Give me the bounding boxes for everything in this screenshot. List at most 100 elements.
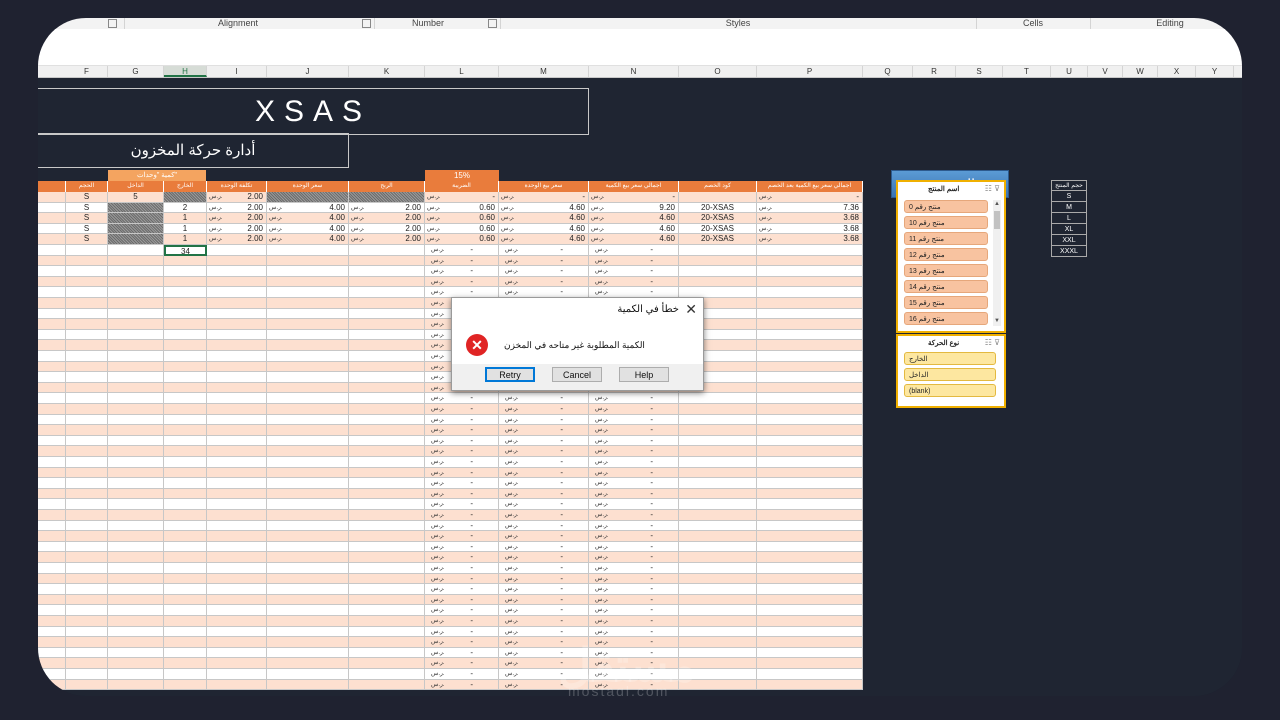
column-header-s[interactable]: S bbox=[956, 66, 1003, 77]
locked-cell[interactable] bbox=[164, 192, 207, 203]
empty-cell[interactable] bbox=[108, 488, 164, 500]
empty-calc-cell[interactable]: ر.س. - bbox=[499, 276, 589, 288]
empty-cell[interactable] bbox=[207, 404, 267, 415]
empty-cell[interactable] bbox=[66, 510, 108, 521]
empty-cell[interactable] bbox=[66, 637, 108, 648]
empty-calc-cell[interactable]: ر.س. - bbox=[499, 552, 589, 563]
dialog-launcher-icon[interactable] bbox=[488, 19, 497, 28]
row-stub-cell[interactable] bbox=[38, 393, 66, 404]
column-header-k[interactable]: K bbox=[349, 66, 425, 77]
empty-cell[interactable] bbox=[164, 255, 207, 267]
empty-calc-cell[interactable]: ر.س. - bbox=[425, 404, 499, 415]
empty-calc-cell[interactable]: ر.س. - bbox=[499, 541, 589, 553]
row-stub-cell[interactable] bbox=[38, 266, 66, 277]
empty-cell[interactable] bbox=[349, 626, 425, 638]
empty-cell[interactable] bbox=[349, 573, 425, 585]
empty-calc-cell[interactable]: ر.س. - bbox=[589, 605, 679, 616]
empty-cell[interactable] bbox=[66, 351, 108, 362]
empty-cell[interactable] bbox=[267, 669, 349, 680]
empty-cell[interactable] bbox=[164, 584, 207, 595]
column-header-f[interactable]: F bbox=[66, 66, 108, 77]
empty-cell[interactable] bbox=[349, 287, 425, 298]
empty-cell[interactable] bbox=[66, 446, 108, 457]
empty-cell[interactable] bbox=[164, 276, 207, 288]
empty-cell[interactable] bbox=[349, 393, 425, 404]
empty-cell[interactable] bbox=[108, 446, 164, 457]
empty-calc-cell[interactable]: ر.س. - bbox=[589, 245, 679, 256]
empty-calc-cell[interactable]: ر.س. - bbox=[425, 669, 499, 680]
empty-cell[interactable] bbox=[164, 435, 207, 447]
empty-cell[interactable] bbox=[108, 594, 164, 606]
row-stub-cell[interactable] bbox=[38, 382, 66, 394]
empty-calc-cell[interactable]: ر.س. - bbox=[499, 467, 589, 479]
row-stub-cell[interactable] bbox=[38, 329, 66, 341]
empty-cell[interactable] bbox=[679, 541, 757, 553]
scroll-down-icon[interactable]: ▼ bbox=[993, 317, 1001, 326]
empty-cell[interactable] bbox=[66, 372, 108, 383]
empty-cell[interactable] bbox=[66, 414, 108, 426]
empty-cell[interactable] bbox=[757, 319, 863, 330]
empty-cell[interactable] bbox=[349, 319, 425, 330]
cell-unit_price[interactable]: ر.س. 4.00 bbox=[267, 213, 349, 224]
empty-cell[interactable] bbox=[207, 584, 267, 595]
empty-calc-cell[interactable]: ر.س. - bbox=[589, 276, 679, 288]
empty-cell[interactable] bbox=[267, 298, 349, 309]
empty-cell[interactable] bbox=[267, 488, 349, 500]
empty-cell[interactable] bbox=[66, 605, 108, 616]
empty-cell[interactable] bbox=[66, 245, 108, 256]
empty-cell[interactable] bbox=[207, 520, 267, 532]
empty-cell[interactable] bbox=[267, 552, 349, 563]
empty-cell[interactable] bbox=[757, 245, 863, 256]
empty-cell[interactable] bbox=[108, 552, 164, 563]
empty-cell[interactable] bbox=[349, 520, 425, 532]
row-stub-cell[interactable] bbox=[38, 637, 66, 648]
empty-cell[interactable] bbox=[349, 276, 425, 288]
empty-cell[interactable] bbox=[679, 563, 757, 574]
empty-cell[interactable] bbox=[207, 626, 267, 638]
empty-calc-cell[interactable]: ر.س. - bbox=[589, 414, 679, 426]
empty-calc-cell[interactable]: ر.س. - bbox=[499, 531, 589, 542]
empty-cell[interactable] bbox=[164, 298, 207, 309]
empty-cell[interactable] bbox=[207, 658, 267, 669]
empty-cell[interactable] bbox=[757, 584, 863, 595]
row-stub-cell[interactable] bbox=[38, 573, 66, 585]
empty-cell[interactable] bbox=[108, 425, 164, 436]
empty-calc-cell[interactable]: ر.س. - bbox=[499, 457, 589, 468]
empty-calc-cell[interactable]: ر.س. - bbox=[499, 594, 589, 606]
empty-calc-cell[interactable]: ر.س. - bbox=[425, 679, 499, 691]
empty-cell[interactable] bbox=[757, 446, 863, 457]
column-header-u[interactable]: U bbox=[1051, 66, 1088, 77]
empty-cell[interactable] bbox=[66, 594, 108, 606]
empty-cell[interactable] bbox=[164, 425, 207, 436]
empty-cell[interactable] bbox=[757, 510, 863, 521]
empty-cell[interactable] bbox=[207, 488, 267, 500]
empty-cell[interactable] bbox=[267, 393, 349, 404]
empty-calc-cell[interactable]: ر.س. - bbox=[425, 637, 499, 648]
empty-cell[interactable] bbox=[267, 404, 349, 415]
empty-cell[interactable] bbox=[757, 531, 863, 542]
empty-cell[interactable] bbox=[207, 616, 267, 627]
empty-cell[interactable] bbox=[66, 488, 108, 500]
empty-calc-cell[interactable]: ر.س. - bbox=[499, 626, 589, 638]
empty-cell[interactable] bbox=[679, 435, 757, 447]
column-header-w[interactable]: W bbox=[1123, 66, 1158, 77]
locked-cell[interactable] bbox=[108, 234, 164, 245]
empty-cell[interactable] bbox=[267, 510, 349, 521]
column-header-o[interactable]: O bbox=[679, 66, 757, 77]
movement-slicer-item[interactable]: الخارج bbox=[904, 352, 996, 365]
empty-cell[interactable] bbox=[267, 573, 349, 585]
empty-cell[interactable] bbox=[679, 393, 757, 404]
row-stub-cell[interactable] bbox=[38, 594, 66, 606]
empty-cell[interactable] bbox=[349, 541, 425, 553]
empty-cell[interactable] bbox=[108, 414, 164, 426]
empty-cell[interactable] bbox=[267, 435, 349, 447]
empty-cell[interactable] bbox=[108, 541, 164, 553]
empty-cell[interactable] bbox=[757, 298, 863, 309]
empty-cell[interactable] bbox=[267, 563, 349, 574]
empty-cell[interactable] bbox=[207, 287, 267, 298]
empty-cell[interactable] bbox=[267, 626, 349, 638]
empty-calc-cell[interactable]: ر.س. - bbox=[425, 563, 499, 574]
empty-cell[interactable] bbox=[108, 382, 164, 394]
empty-cell[interactable] bbox=[349, 531, 425, 542]
empty-cell[interactable] bbox=[164, 669, 207, 680]
